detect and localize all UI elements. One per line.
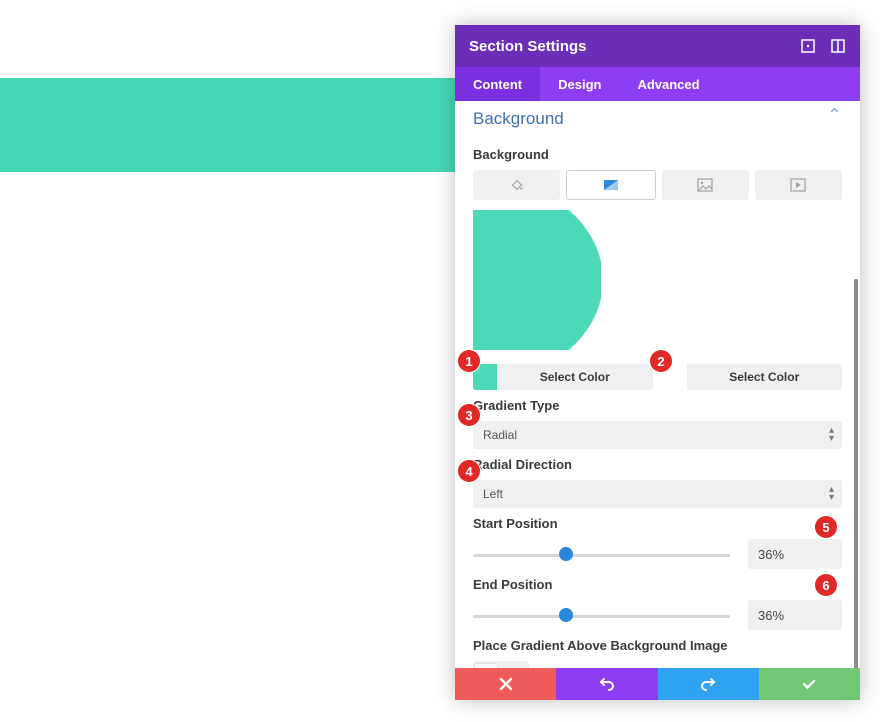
section-header-label: Background [473,109,564,128]
badge-2: 2 [650,350,672,372]
background-label: Background [473,147,842,162]
gradient-preview [473,210,601,350]
columns-icon[interactable] [830,38,846,54]
slider-track [473,615,730,618]
color-stop-2-label: Select Color [687,370,843,384]
expand-icon[interactable] [800,38,816,54]
tab-advanced[interactable]: Advanced [619,67,717,101]
gradient-type-select[interactable]: Radial ▴▾ [473,421,842,449]
gradient-icon [603,178,619,192]
bg-type-gradient[interactable] [566,170,655,200]
chevron-updown-icon: ▴▾ [829,486,834,502]
badge-6: 6 [815,574,837,596]
toggle-nub [475,664,497,668]
start-position-slider[interactable] [473,543,730,565]
confirm-button[interactable] [759,668,860,700]
color-stop-2[interactable]: Select Color [663,364,843,390]
collapse-icon[interactable]: ⌃ [827,105,842,126]
paint-bucket-icon [509,178,525,192]
radial-direction-label: Radial Direction [473,457,842,472]
section-header[interactable]: Background ⌃ [473,101,842,139]
start-position-row: 36% [473,539,842,569]
badge-1: 1 [458,350,480,372]
panel-header: Section Settings [455,25,860,67]
end-position-label: End Position [473,577,842,592]
color-stop-1[interactable]: Select Color [473,364,653,390]
scrollbar[interactable] [854,279,858,668]
start-position-value[interactable]: 36% [748,539,842,569]
start-position-label: Start Position [473,516,842,531]
check-icon [801,676,817,692]
end-position-slider[interactable] [473,604,730,626]
video-icon [790,178,806,192]
bg-type-image[interactable] [662,170,749,200]
panel-footer [455,668,860,700]
place-above-label: Place Gradient Above Background Image [473,638,842,653]
background-type-row [473,170,842,200]
end-position-value[interactable]: 36% [748,600,842,630]
image-icon [697,178,713,192]
chevron-updown-icon: ▴▾ [829,427,834,443]
undo-button[interactable] [556,668,657,700]
color-stop-1-label: Select Color [497,370,653,384]
badge-4: 4 [458,460,480,482]
cancel-button[interactable] [455,668,556,700]
gradient-preview-shape [473,210,601,350]
undo-icon [599,676,615,692]
canvas-section-band [0,78,455,172]
gradient-type-label: Gradient Type [473,398,842,413]
badge-3: 3 [458,404,480,426]
close-icon [498,676,514,692]
place-above-toggle[interactable]: NO [473,661,529,668]
badge-5: 5 [815,516,837,538]
slider-knob[interactable] [559,608,573,622]
gradient-type-value: Radial [483,428,517,442]
redo-icon [700,676,716,692]
panel-tabs: Content Design Advanced [455,67,860,101]
radial-direction-select[interactable]: Left ▴▾ [473,480,842,508]
bg-type-color[interactable] [473,170,560,200]
radial-direction-value: Left [483,487,503,501]
redo-button[interactable] [658,668,759,700]
slider-knob[interactable] [559,547,573,561]
panel-body: Background ⌃ Background Select Co [455,101,860,668]
tab-design[interactable]: Design [540,67,619,101]
end-position-row: 36% [473,600,842,630]
tab-content[interactable]: Content [455,67,540,101]
panel-title: Section Settings [469,38,587,55]
slider-track [473,554,730,557]
bg-type-video[interactable] [755,170,842,200]
